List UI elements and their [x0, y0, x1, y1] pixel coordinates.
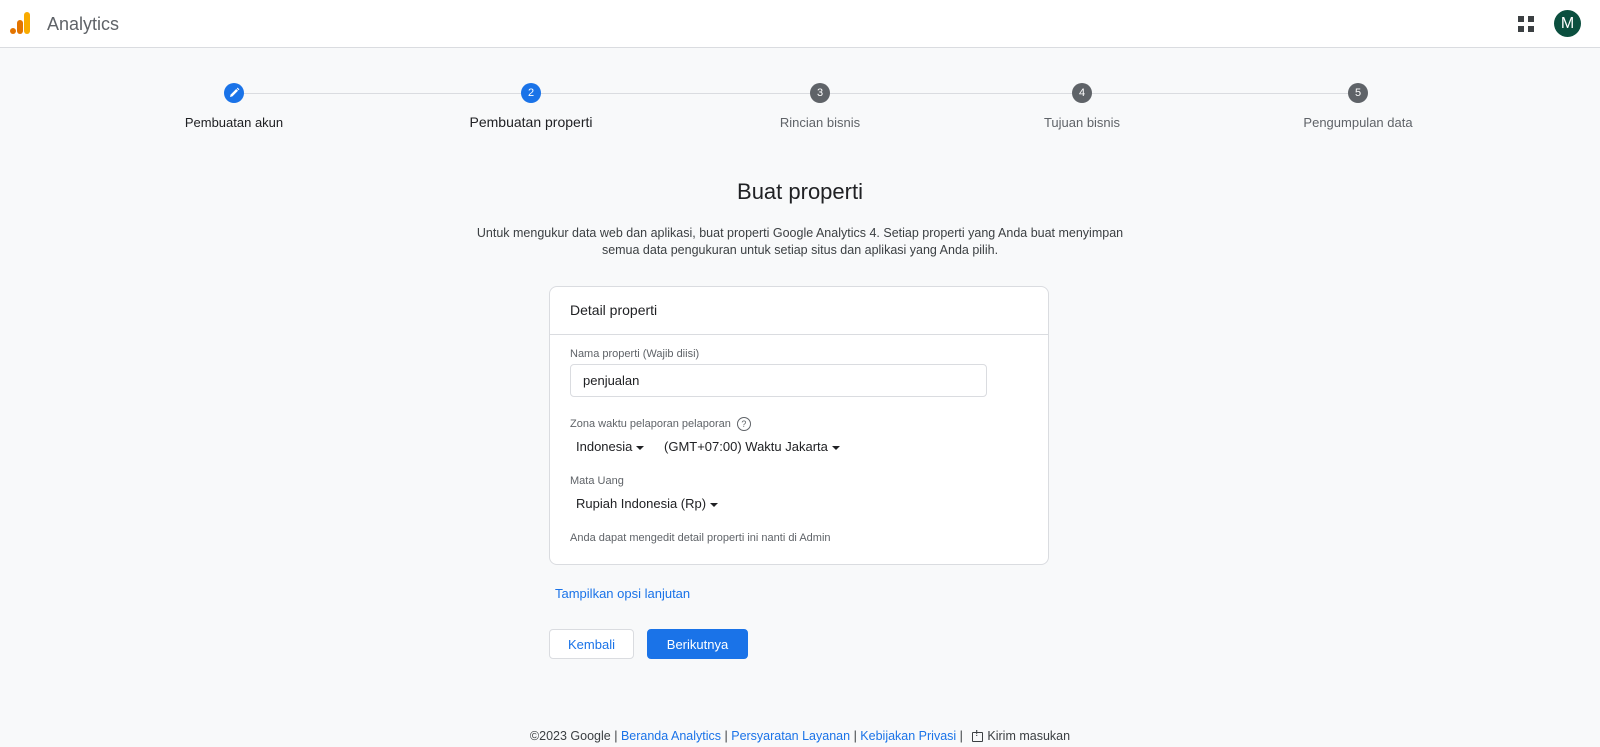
currency-dropdown[interactable]: Rupiah Indonesia (Rp) [576, 496, 719, 511]
footer-separator: | [724, 729, 728, 743]
help-circle-icon[interactable]: ? [736, 417, 751, 431]
step-2-circle: 2 [521, 83, 541, 103]
page-title: Buat properti [737, 179, 863, 204]
step-5-label: Pengumpulan data [1303, 115, 1413, 130]
edit-later-note: Anda dapat mengedit detail properti ini … [570, 532, 831, 544]
property-details-card: Detail properti Nama properti (Wajib dii… [549, 286, 1049, 565]
step-1-label: Pembuatan akun [184, 115, 284, 130]
step-4-label: Tujuan bisnis [1043, 115, 1121, 130]
property-name-label: Nama properti (Wajib diisi) [570, 348, 700, 360]
top-app-bar: Analytics M [0, 0, 1600, 48]
account-avatar[interactable]: M [1554, 10, 1581, 37]
timezone-label-row: Zona waktu pelaporan pelaporan? [570, 417, 751, 431]
step-business-objectives: 4 Tujuan bisnis [982, 83, 1182, 130]
footer-link-analytics-home[interactable]: Beranda Analytics [621, 729, 721, 743]
chevron-down-icon [710, 502, 719, 507]
timezone-label: Zona waktu pelaporan pelaporan [570, 417, 731, 430]
property-name-input[interactable] [570, 364, 987, 397]
footer: ©2023 Google | Beranda Analytics | Persy… [0, 729, 1600, 743]
timezone-value: (GMT+07:00) Waktu Jakarta [664, 439, 828, 454]
footer-separator: | [853, 729, 857, 743]
currency-value: Rupiah Indonesia (Rp) [576, 496, 707, 511]
analytics-logo-icon[interactable] [9, 11, 33, 35]
footer-separator: | [614, 729, 618, 743]
step-1-circle [224, 83, 244, 103]
currency-label: Mata Uang [570, 475, 624, 487]
country-dropdown[interactable]: Indonesia [576, 439, 645, 454]
step-2-label: Pembuatan properti [469, 114, 593, 130]
next-button[interactable]: Berikutnya [647, 629, 748, 659]
chevron-down-icon [831, 445, 840, 450]
apps-grid-icon[interactable] [1517, 15, 1535, 33]
country-value: Indonesia [576, 439, 633, 454]
step-property-creation: 2 Pembuatan properti [431, 83, 631, 130]
step-5-circle: 5 [1348, 83, 1368, 103]
timezone-dropdown[interactable]: (GMT+07:00) Waktu Jakarta [664, 439, 840, 454]
show-advanced-options-link[interactable]: Tampilkan opsi lanjutan [555, 586, 690, 601]
footer-link-terms[interactable]: Persyaratan Layanan [731, 729, 850, 743]
step-business-details: 3 Rincian bisnis [720, 83, 920, 130]
step-data-collection: 5 Pengumpulan data [1258, 83, 1458, 130]
page-description: Untuk mengukur data web dan aplikasi, bu… [476, 226, 1124, 257]
pencil-icon [230, 87, 240, 97]
step-3-circle: 3 [810, 83, 830, 103]
feedback-label: Kirim masukan [987, 729, 1071, 743]
app-title: Analytics [47, 14, 120, 34]
card-header: Detail properti [550, 287, 1048, 335]
step-account-creation: Pembuatan akun [134, 83, 334, 130]
footer-copyright: ©2023 Google [529, 729, 611, 743]
footer-link-privacy[interactable]: Kebijakan Privasi [860, 729, 956, 743]
step-3-label: Rincian bisnis [779, 115, 861, 130]
feedback-icon [972, 729, 984, 742]
chevron-down-icon [636, 445, 645, 450]
send-feedback-button[interactable]: Kirim masukan [966, 729, 1070, 743]
back-button[interactable]: Kembali [549, 629, 634, 659]
footer-separator: | [959, 729, 963, 743]
step-4-circle: 4 [1072, 83, 1092, 103]
